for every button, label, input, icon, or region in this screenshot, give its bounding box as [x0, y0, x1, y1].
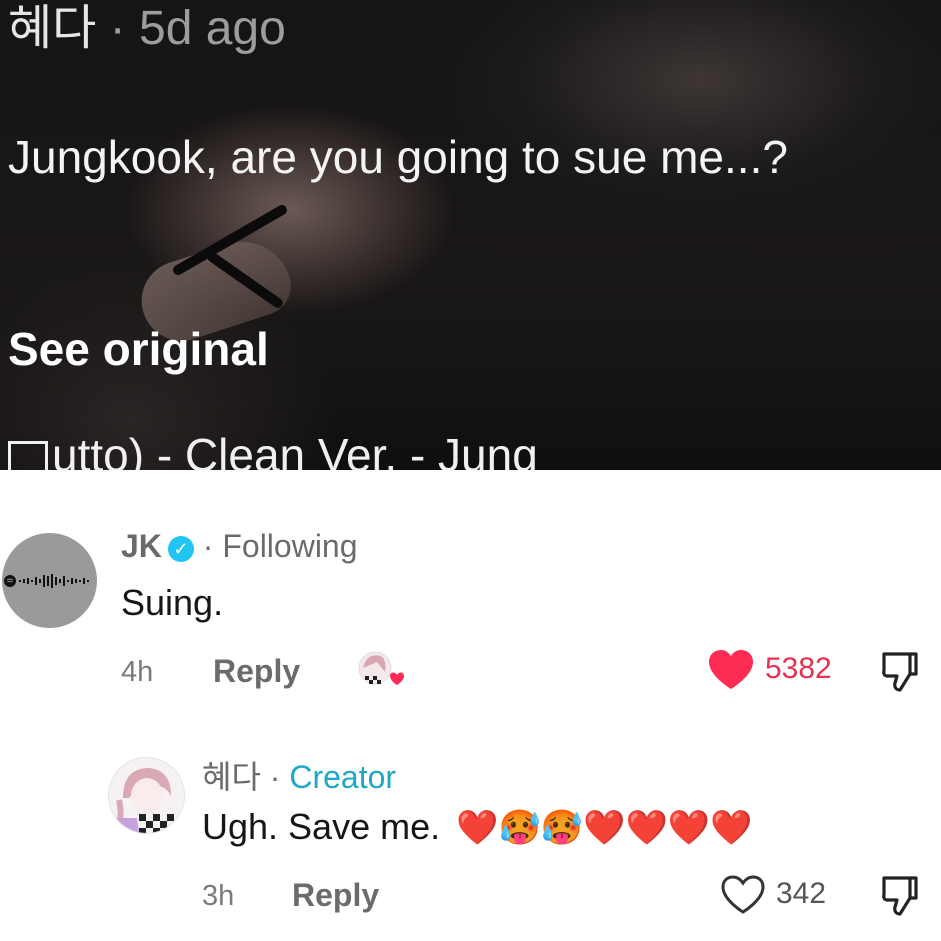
creator-liked-indicator	[357, 650, 407, 694]
reply-button[interactable]: Reply	[292, 877, 379, 914]
like-button[interactable]	[720, 874, 766, 916]
comment-author-line: JK ✓ · Following	[121, 528, 358, 565]
avatar[interactable]	[108, 757, 185, 834]
reply-button[interactable]: Reply	[213, 653, 300, 690]
comment-text-line: Ugh. Save me. ❤️🥵🥵❤️❤️❤️❤️	[202, 806, 752, 848]
comment-author-name[interactable]: JK	[121, 528, 162, 564]
video-post-time: 5d ago	[139, 2, 286, 55]
creator-liked-avatar-icon	[358, 651, 404, 685]
comment-time: 3h	[202, 880, 235, 912]
music-note-icon	[8, 440, 48, 470]
thumbs-down-icon	[882, 652, 918, 692]
see-original-link[interactable]: See original	[8, 322, 269, 376]
heart-outline-icon	[721, 875, 765, 914]
music-ticker[interactable]: utto) - Clean Ver. - Jung	[8, 428, 538, 470]
dislike-button[interactable]	[880, 650, 920, 694]
creator-tag: Creator	[289, 759, 397, 795]
heart-filled-icon	[709, 650, 753, 689]
separator: ·	[109, 2, 126, 55]
video-author-name[interactable]: 혜다	[8, 2, 96, 55]
separator: ·	[269, 759, 281, 795]
creator-avatar-icon	[109, 758, 184, 833]
spotify-code-icon	[4, 574, 89, 588]
like-count: 342	[776, 877, 827, 910]
following-tag: Following	[222, 528, 358, 564]
comment-author-line: 혜다 · Creator	[202, 752, 396, 798]
like-count: 5382	[765, 652, 832, 685]
comment-author-name[interactable]: 혜다	[202, 759, 261, 795]
like-button[interactable]	[707, 649, 755, 691]
video-player[interactable]: 혜다 · 5d ago Jungkook, are you going to s…	[0, 0, 941, 470]
comment-text: Suing.	[121, 582, 224, 623]
verified-badge-icon: ✓	[167, 536, 194, 562]
separator: ·	[202, 528, 214, 564]
video-author-line: 혜다 · 5d ago	[8, 0, 286, 58]
avatar[interactable]	[2, 533, 97, 628]
comment-time: 4h	[121, 656, 154, 688]
dislike-button[interactable]	[880, 874, 920, 918]
video-caption: Jungkook, are you going to sue me...?	[8, 131, 788, 183]
comment-emoji: ❤️🥵🥵❤️❤️❤️❤️	[456, 809, 753, 847]
comment-text: Ugh. Save me.	[202, 806, 441, 847]
music-title: utto) - Clean Ver. - Jung	[52, 429, 538, 470]
thumbs-down-icon	[882, 876, 918, 916]
